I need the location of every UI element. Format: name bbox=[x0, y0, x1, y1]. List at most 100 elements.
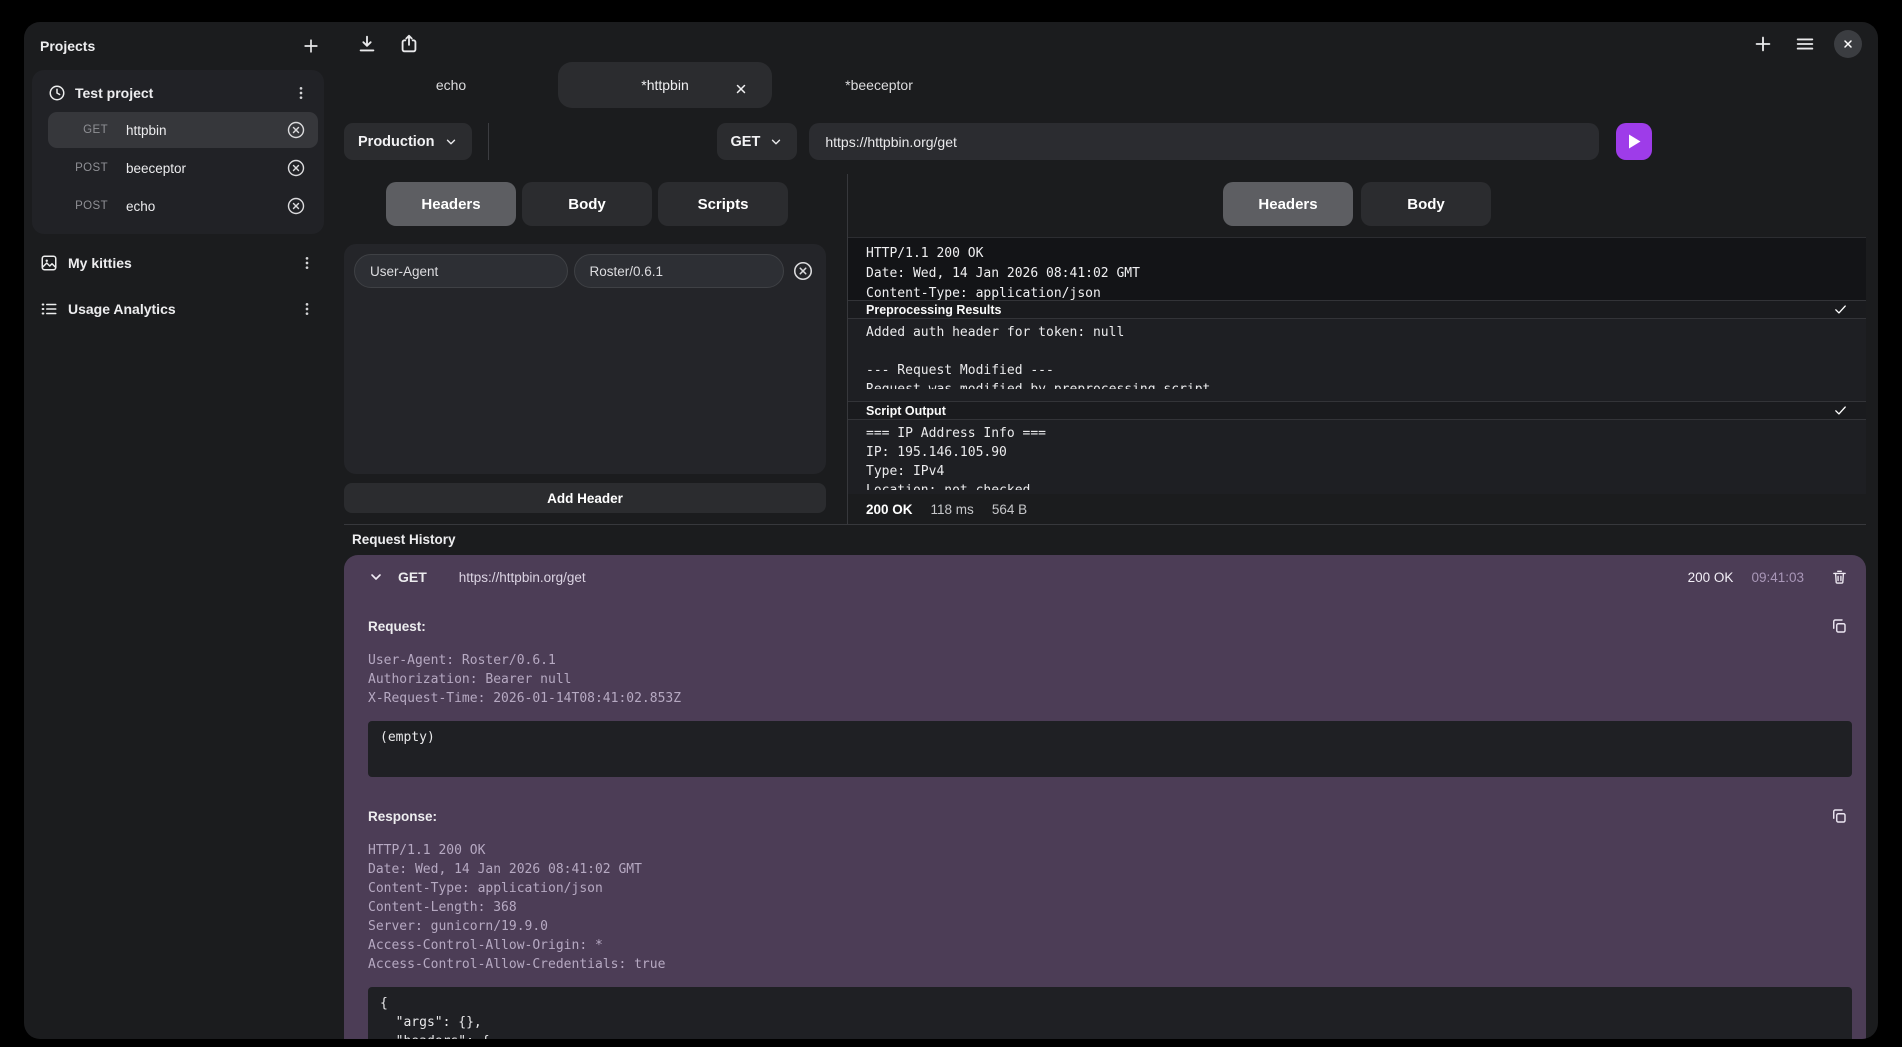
method-label: GET bbox=[731, 134, 761, 150]
circle-x-icon bbox=[286, 196, 306, 216]
play-icon bbox=[1628, 134, 1641, 149]
add-header-button[interactable]: Add Header bbox=[344, 483, 826, 513]
tab-strip: echo *httpbin *beeceptor bbox=[344, 62, 1866, 108]
url-input[interactable] bbox=[809, 123, 1599, 160]
status-code: 200 OK bbox=[866, 502, 913, 517]
request-history-section: Request History GET https://httpbin.org/… bbox=[344, 524, 1866, 1039]
script-output-header[interactable]: Script Output bbox=[848, 401, 1866, 420]
new-project-button[interactable] bbox=[298, 33, 324, 59]
history-response-headers: HTTP/1.1 200 OK Date: Wed, 14 Jan 2026 0… bbox=[368, 841, 1852, 974]
history-response-label: Response: bbox=[368, 809, 437, 824]
plus-icon bbox=[1752, 33, 1774, 55]
collection-menu-button[interactable] bbox=[294, 250, 320, 276]
request-history-title: Request History bbox=[344, 525, 1866, 553]
sidebar-request-httpbin[interactable]: GET httpbin bbox=[48, 112, 318, 148]
history-request-label: Request: bbox=[368, 619, 426, 634]
tab-httpbin-active[interactable]: *httpbin bbox=[558, 62, 772, 108]
divider bbox=[488, 123, 489, 160]
sidebar-item-label: Usage Analytics bbox=[68, 301, 284, 317]
project-menu-button[interactable] bbox=[288, 80, 314, 106]
send-request-button[interactable] bbox=[1616, 123, 1652, 160]
request-method-badge: POST bbox=[60, 200, 108, 212]
history-response-body: { "args": {}, "headers": { bbox=[368, 987, 1852, 1039]
environment-dropdown[interactable]: Production bbox=[344, 123, 472, 160]
close-icon bbox=[734, 82, 748, 96]
tab-response-headers[interactable]: Headers bbox=[1223, 182, 1353, 226]
response-pane: Headers Body HTTP/1.1 200 OK Date: Wed, … bbox=[848, 174, 1866, 524]
history-time: 09:41:03 bbox=[1751, 570, 1804, 585]
import-button[interactable] bbox=[354, 31, 380, 57]
sidebar-item-my-kitties[interactable]: My kitties bbox=[32, 246, 324, 280]
tab-beeceptor[interactable]: *beeceptor bbox=[772, 77, 986, 93]
main-area: echo *httpbin *beeceptor Production bbox=[336, 22, 1878, 1039]
sidebar: Projects Test project GET bbox=[24, 22, 336, 1039]
response-status-bar: 200 OK 118 ms 564 B bbox=[848, 494, 1866, 524]
tab-echo[interactable]: echo bbox=[344, 77, 558, 93]
copy-icon bbox=[1830, 807, 1848, 825]
preprocessing-results-header[interactable]: Preprocessing Results bbox=[848, 300, 1866, 319]
response-headers-view: HTTP/1.1 200 OK Date: Wed, 14 Jan 2026 0… bbox=[848, 237, 1866, 300]
trash-icon bbox=[1831, 568, 1848, 586]
image-icon bbox=[40, 254, 58, 272]
new-tab-button[interactable] bbox=[1750, 31, 1776, 57]
list-icon bbox=[40, 300, 58, 318]
history-request-body: (empty) bbox=[368, 721, 1852, 777]
header-value-input[interactable] bbox=[574, 254, 785, 288]
method-dropdown[interactable]: GET bbox=[717, 123, 798, 160]
history-method: GET bbox=[398, 569, 427, 585]
request-editor-pane: Headers Body Scripts Add bbox=[344, 174, 826, 524]
sidebar-request-echo[interactable]: POST echo bbox=[48, 188, 318, 224]
history-request-headers: User-Agent: Roster/0.6.1 Authorization: … bbox=[368, 651, 1852, 708]
delete-request-button[interactable] bbox=[283, 117, 309, 143]
window-close-button[interactable] bbox=[1834, 30, 1862, 58]
delete-header-button[interactable] bbox=[790, 258, 816, 284]
app-window: Projects Test project GET bbox=[24, 22, 1878, 1039]
delete-history-button[interactable] bbox=[1826, 564, 1852, 590]
collection-menu-button[interactable] bbox=[294, 296, 320, 322]
kebab-menu-icon bbox=[293, 85, 309, 101]
copy-request-button[interactable] bbox=[1826, 613, 1852, 639]
history-url: https://httpbin.org/get bbox=[459, 570, 586, 585]
toolbar bbox=[344, 30, 1866, 58]
status-time: 118 ms bbox=[931, 502, 974, 517]
sidebar-title: Projects bbox=[40, 38, 95, 54]
delete-request-button[interactable] bbox=[283, 193, 309, 219]
request-name: echo bbox=[126, 199, 283, 214]
script-output-view: === IP Address Info === IP: 195.146.105.… bbox=[848, 420, 1866, 494]
tab-request-headers[interactable]: Headers bbox=[386, 182, 516, 226]
hamburger-icon bbox=[1794, 33, 1816, 55]
chevron-down-icon bbox=[444, 135, 458, 149]
header-name-input[interactable] bbox=[354, 254, 568, 288]
download-icon bbox=[356, 33, 378, 55]
tab-label: *httpbin bbox=[641, 77, 688, 93]
upload-icon bbox=[398, 33, 420, 55]
check-icon bbox=[1833, 403, 1848, 418]
sidebar-item-usage-analytics[interactable]: Usage Analytics bbox=[32, 292, 324, 326]
delete-request-button[interactable] bbox=[283, 155, 309, 181]
tab-response-body[interactable]: Body bbox=[1361, 182, 1491, 226]
project-name: Test project bbox=[75, 85, 279, 101]
close-tab-button[interactable] bbox=[728, 76, 754, 102]
circle-x-icon bbox=[286, 120, 306, 140]
section-title: Script Output bbox=[866, 404, 946, 418]
status-size: 564 B bbox=[992, 502, 1027, 517]
environment-label: Production bbox=[358, 134, 435, 150]
clock-icon bbox=[48, 84, 66, 102]
copy-response-button[interactable] bbox=[1826, 803, 1852, 829]
menu-button[interactable] bbox=[1792, 31, 1818, 57]
sidebar-request-beeceptor[interactable]: POST beeceptor bbox=[48, 150, 318, 186]
sidebar-item-label: My kitties bbox=[68, 255, 284, 271]
request-name: httpbin bbox=[126, 123, 283, 138]
plus-icon bbox=[301, 36, 321, 56]
circle-x-icon bbox=[792, 260, 814, 282]
project-group-test-project: Test project GET httpbin POST bee bbox=[32, 70, 324, 234]
request-name: beeceptor bbox=[126, 161, 283, 176]
history-entry-header[interactable]: GET https://httpbin.org/get 200 OK 09:41… bbox=[368, 555, 1852, 599]
section-title: Preprocessing Results bbox=[866, 303, 1001, 317]
export-button[interactable] bbox=[396, 31, 422, 57]
tab-request-body[interactable]: Body bbox=[522, 182, 652, 226]
tab-request-scripts[interactable]: Scripts bbox=[658, 182, 788, 226]
check-icon bbox=[1833, 302, 1848, 317]
preprocessing-results-output: Added auth header for token: null --- Re… bbox=[848, 319, 1866, 401]
close-icon bbox=[1842, 38, 1854, 50]
